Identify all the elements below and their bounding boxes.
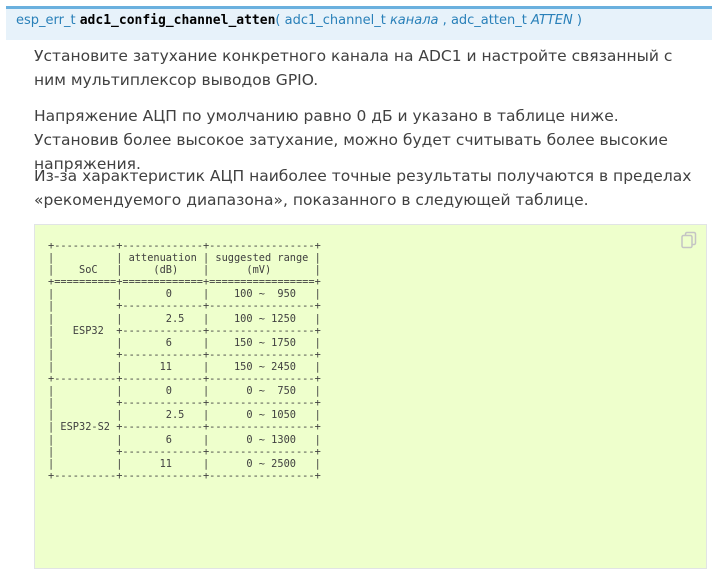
param2-type-link[interactable]: adc_atten_t [451,13,527,28]
param2-name: ATTEN [530,13,573,28]
copy-icon[interactable] [680,231,698,249]
description-paragraph-1: Установите затухание конкретного канала … [34,47,673,89]
param1-name: канала [389,13,439,28]
attenuation-table-text: +----------+-------------+--------------… [48,240,321,482]
return-type-link[interactable]: esp_err_t [16,13,76,28]
code-block: +----------+-------------+--------------… [34,224,707,569]
function-signature: esp_err_t adc1_config_channel_atten( adc… [6,6,712,40]
description-paragraph-3: Из-за характеристик АЦП наиболее точные … [34,167,692,209]
function-name: adc1_config_channel_atten [79,13,276,28]
close-paren: ) [576,13,582,28]
open-paren: ( [275,13,281,28]
doc-page: esp_err_t adc1_config_channel_atten( adc… [0,0,722,576]
param1-type-link[interactable]: adc1_channel_t [285,13,386,28]
param-separator: , [442,13,447,28]
